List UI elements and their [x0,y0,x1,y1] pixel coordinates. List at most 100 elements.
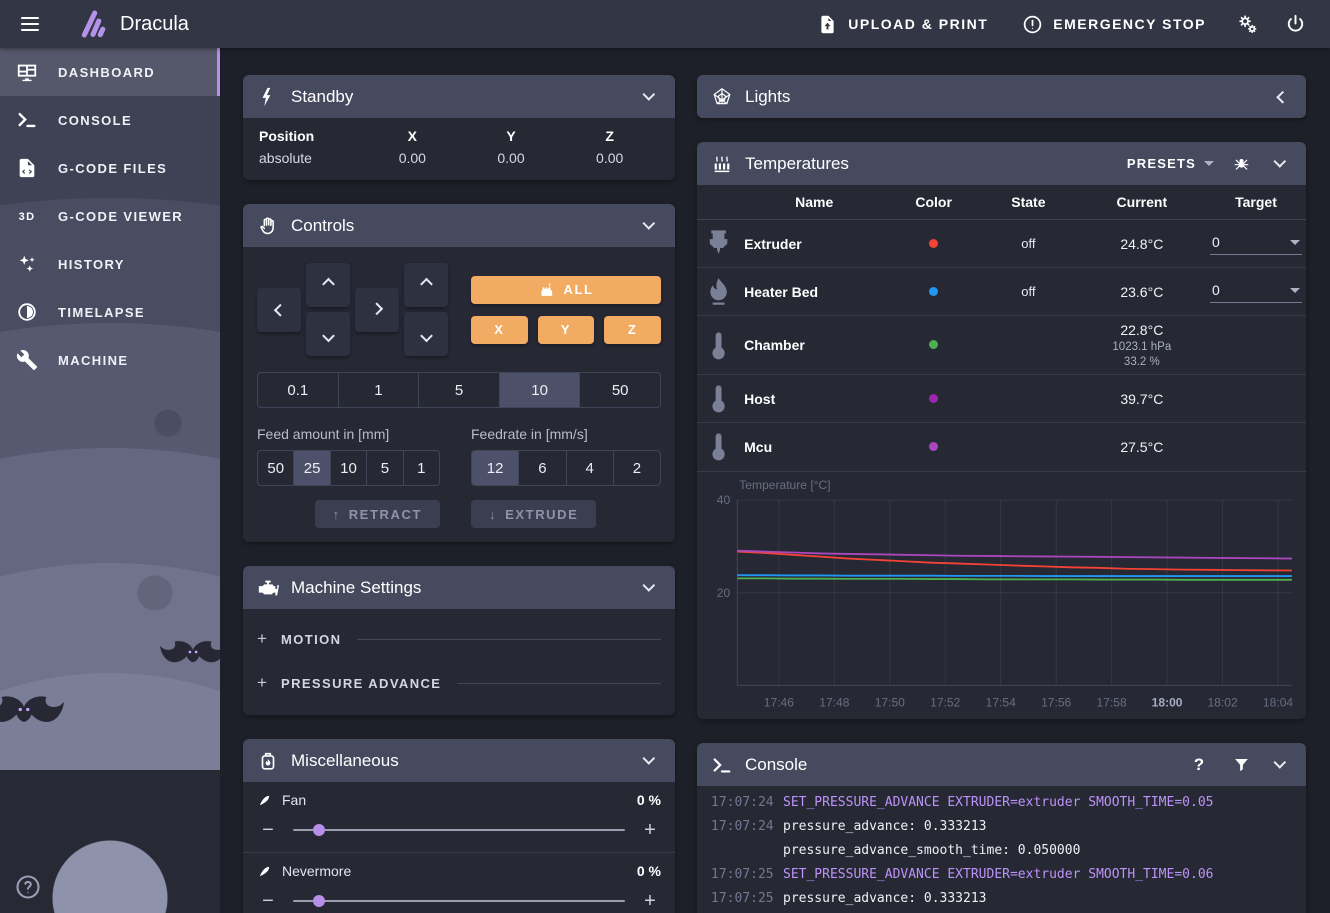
machine-settings-title: Machine Settings [291,577,422,597]
emergency-stop-button[interactable]: EMERGENCY STOP [1008,6,1220,42]
gears-icon [1238,14,1256,33]
home-z-button[interactable]: Z [604,315,662,344]
jog-z-plus-button[interactable] [404,263,448,307]
feed-amount-label: Feed amount in [mm] [257,426,390,442]
sensor-state [979,315,1078,376]
settings-section-motion[interactable]: + MOTION [257,617,661,661]
position-column: Y 0.00 [462,128,561,166]
console-header: Console ? [697,743,1306,787]
sidebar-item-label: G-CODE FILES [58,160,168,176]
menu-icon[interactable] [6,0,54,48]
collapse-chevron-icon[interactable] [1268,753,1292,777]
spider-toggle-button[interactable] [1226,149,1256,179]
column-header-color: Color [888,185,980,220]
jog-y-minus-button[interactable] [306,312,350,356]
sidebar-item-timelapse[interactable]: TIMELAPSE [0,288,220,336]
feed-amount-50[interactable]: 50 [258,451,293,485]
collapse-chevron-icon[interactable] [637,576,661,600]
collapse-chevron-icon[interactable] [637,749,661,773]
jog-y-plus-button[interactable] [306,263,350,307]
move-distance-0_1[interactable]: 0.1 [258,373,338,407]
presets-button[interactable]: PRESETS [1127,156,1214,171]
sensor-current-temp: 22.8°C [1120,322,1164,339]
sidebar-item-dashboard[interactable]: DASHBOARD [0,48,220,96]
fan-blade-icon [257,793,272,808]
move-distance-50[interactable]: 50 [579,373,660,407]
feedrate-12[interactable]: 12 [472,451,519,485]
decrease-button[interactable]: − [257,891,279,911]
move-distance-group: 0.1 1 5 10 50 [257,372,661,408]
settings-section-pressure-advance[interactable]: + PRESSURE ADVANCE [257,661,661,705]
console-timestamp: 17:07:25 [711,867,774,883]
home-x-button[interactable]: X [471,315,528,344]
console-entry: 17:07:25 SET_PRESSURE_ADVANCE EXTRUDER=ex… [711,867,1292,882]
home-y-button[interactable]: Y [537,315,595,344]
feed-amount-25[interactable]: 25 [293,451,330,485]
slider-thumb[interactable] [312,895,325,907]
jog-x-minus-button[interactable] [257,287,301,332]
sensor-name[interactable]: Host [740,374,889,424]
feedrate-4[interactable]: 4 [565,451,613,485]
move-distance-5[interactable]: 5 [418,373,499,407]
move-distance-1[interactable]: 1 [337,373,419,407]
settings-button[interactable] [1226,6,1268,42]
console-help-button[interactable]: ? [1184,750,1214,780]
expand-chevron-icon[interactable] [1268,85,1292,109]
jog-z-minus-button[interactable] [404,312,448,356]
sidebar-item-machine[interactable]: MACHINE [0,336,220,384]
sidebar-item-g-code-files[interactable]: G-CODE FILES [0,144,220,192]
target-select[interactable]: 0 [1210,280,1302,304]
collapse-chevron-icon[interactable] [637,214,661,238]
temperature-chart[interactable]: Temperature [°C] 20 40 17:46 17:48 17:50 17:52… [697,472,1306,720]
arrow-down-icon: ↓ [489,506,498,522]
svg-text:17:52: 17:52 [930,695,960,709]
home-all-button[interactable]: ALL [471,275,661,304]
console-timestamp: 17:07:25 [711,891,774,907]
console-log[interactable]: 17:07:24 SET_PRESSURE_ADVANCE EXTRUDER=ex… [697,782,1306,913]
sidebar-item-console[interactable]: CONSOLE [0,96,220,144]
decrease-button[interactable]: − [257,820,279,840]
svg-text:18:00: 18:00 [1152,695,1183,709]
extrude-button[interactable]: ↓ EXTRUDE [471,500,597,528]
bat-illustration [160,641,220,663]
retract-button[interactable]: ↑ RETRACT [314,500,440,528]
jog-x-plus-button[interactable] [355,287,399,332]
collapse-chevron-icon[interactable] [1268,152,1292,176]
sensor-name[interactable]: Mcu [740,422,889,472]
target-select[interactable]: 0 [1210,232,1302,256]
feed-amount-10[interactable]: 10 [329,451,366,485]
slider-track[interactable] [293,824,625,836]
collapse-chevron-icon[interactable] [637,85,661,109]
power-button[interactable] [1274,6,1316,42]
console-response-line: pressure_advance: 0.333213 [783,819,987,835]
sidebar-item-history[interactable]: HISTORY [0,240,220,288]
upload-print-button[interactable]: UPLOAD & PRINT [803,6,1002,42]
slider-thumb[interactable] [312,824,325,836]
thermometer-icon [701,328,736,363]
position-label: Z [605,128,614,144]
slider-track[interactable] [293,895,625,907]
feedrate-2[interactable]: 2 [612,451,660,485]
position-column: Position absolute [259,128,363,166]
sensor-state: off [979,267,1078,317]
sensor-name[interactable]: Chamber [740,315,889,376]
help-button[interactable] [14,873,42,901]
console-filter-button[interactable] [1226,750,1256,780]
sidebar-item-g-code-viewer[interactable]: 3D G-CODE VIEWER [0,192,220,240]
move-distance-10[interactable]: 10 [498,373,580,407]
file-upload-icon [821,15,834,33]
feed-amount-1[interactable]: 1 [402,451,439,485]
sensor-name[interactable]: Heater Bed [740,267,889,317]
feed-amount-5[interactable]: 5 [366,451,402,485]
app-bar: Dracula UPLOAD & PRINT EMERGENCY STOP [0,0,1330,48]
sensor-row-mcu: Mcu 27.5°C [697,422,1306,472]
increase-button[interactable]: + [639,820,661,840]
console-command-line: SET_PRESSURE_ADVANCE EXTRUDER=extruder S… [783,795,1214,811]
caret-down-icon [1290,239,1300,245]
feedrate-6[interactable]: 6 [518,451,565,485]
timelapse-icon [16,301,38,323]
sensor-name[interactable]: Extruder [740,219,889,269]
increase-button[interactable]: + [639,891,661,911]
position-table: Position absolute X 0.00 Y 0.00 Z 0.00 [243,118,675,180]
sensor-current-temp: 24.8°C [1120,235,1164,252]
